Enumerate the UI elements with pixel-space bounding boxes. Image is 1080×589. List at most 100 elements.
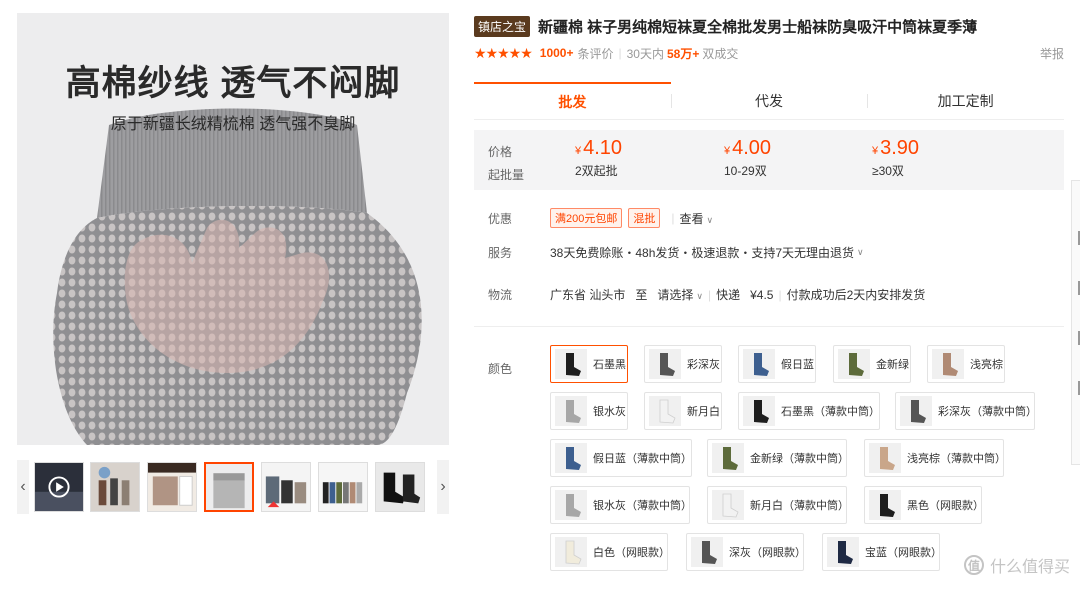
tab-wholesale[interactable]: 批发 (474, 82, 671, 119)
view-promo-link[interactable]: 查看 ∨ (679, 210, 713, 227)
color-option[interactable]: 假日蓝 (738, 345, 816, 383)
promo-label: 优惠 (488, 211, 513, 226)
color-option-label: 深灰（网眼款） (729, 547, 806, 559)
color-option[interactable]: 金新绿 (833, 345, 911, 383)
destination-select[interactable]: 请选择 ∨ (657, 286, 703, 303)
color-option-label: 银水灰（薄款中筒） (593, 500, 692, 512)
color-option[interactable]: 黑色（网眼款） (864, 486, 984, 524)
sock-swatch-icon (827, 537, 859, 567)
sock-swatch-icon (649, 396, 681, 426)
main-product-image[interactable]: 高棉纱线 透气不闷脚 原于新疆长绒精梳棉 透气强不臭脚 (17, 13, 449, 445)
mixed-batch-badge: 混批 (628, 208, 661, 228)
shipping-label: 快递 (716, 288, 741, 302)
color-option[interactable]: 石墨黑（薄款中筒） (738, 392, 880, 430)
logistics-label: 物流 (488, 288, 513, 302)
thumbnail[interactable] (90, 462, 140, 512)
price-label: 价格 (488, 145, 513, 159)
color-option[interactable]: 假日蓝（薄款中筒） (550, 439, 692, 477)
tier-price: ¥4.00 (724, 137, 771, 160)
thumbnail[interactable] (318, 462, 368, 512)
sold-count: 58万+ (666, 46, 700, 61)
color-option[interactable]: 彩深灰 (644, 345, 722, 383)
sock-swatch-icon (712, 490, 744, 520)
color-option-label: 白色（网眼款） (593, 547, 670, 559)
purchase-mode-tabs: 批发 代发 加工定制 (474, 82, 1064, 120)
rating-row: ★★★★★ 1000+ 条评价 | 30天内 58万+ 双成交 举报 (474, 44, 1064, 62)
price-tier: ¥4.10 2双起批 (575, 137, 622, 179)
price-tier: ¥3.90 ≥30双 (872, 137, 919, 179)
logistics-row: 物流 广东省 汕头市 至 请选择 ∨ | 快递 ¥4.5 | 付款成功后2天内安排… (488, 286, 925, 303)
currency-symbol: ¥ (872, 145, 879, 157)
tier-price-value: 3.90 (880, 137, 920, 159)
thumbnail[interactable] (375, 462, 425, 512)
color-option[interactable]: 银水灰 (550, 392, 628, 430)
tier-price: ¥3.90 (872, 137, 919, 160)
divider: | (618, 46, 622, 60)
sock-swatch-icon (743, 349, 775, 379)
reviews-count[interactable]: 1000+ (540, 46, 574, 60)
report-link[interactable]: 举报 (1040, 45, 1064, 62)
thumbnail-video[interactable] (34, 462, 84, 512)
dispatch-time: 付款成功后2天内安排发货 (786, 288, 926, 302)
color-option[interactable]: 石墨黑 (550, 345, 628, 383)
sock-swatch-icon (932, 349, 964, 379)
watermark-text: 什么值得买 (989, 559, 1070, 576)
color-option-label: 浅亮棕 (970, 359, 1003, 371)
sold-label: 双成交 (702, 46, 739, 61)
reviews-label: 条评价 (577, 46, 614, 61)
chevron-down-icon: ∨ (706, 214, 714, 225)
tier-qty: ≥30双 (872, 164, 904, 178)
tab-dropship[interactable]: 代发 (670, 82, 868, 119)
color-option[interactable]: 浅亮棕（薄款中筒） (864, 439, 1006, 477)
chevron-right-icon[interactable]: › (437, 460, 449, 514)
currency-symbol: ¥ (575, 145, 582, 157)
color-option-label: 金新绿 (876, 359, 909, 371)
destination-select-label: 请选择 (657, 288, 694, 302)
thumbnail[interactable] (261, 462, 311, 512)
color-option[interactable]: 新月白 (644, 392, 722, 430)
ship-from: 广东省 汕头市 (550, 288, 626, 302)
sock-swatch-icon (838, 349, 870, 379)
product-title: 新疆棉 袜子男纯棉短袜夏全棉批发男士船袜防臭吸汗中筒袜夏季薄 (538, 18, 978, 36)
view-promo-label: 查看 (679, 211, 704, 226)
floating-sidebar[interactable] (1071, 180, 1080, 465)
color-option[interactable]: 深灰（网眼款） (686, 533, 806, 571)
ship-to-label: 至 (635, 288, 648, 302)
tab-custom-processing[interactable]: 加工定制 (867, 82, 1064, 119)
image-subheadline: 原于新疆长绒精梳棉 透气强不臭脚 (110, 116, 356, 133)
shipping-fee: ¥4.5 (750, 287, 774, 302)
product-title-row: 镇店之宝 新疆棉 袜子男纯棉短袜夏全棉批发男士船袜防臭吸汗中筒袜夏季薄 (474, 15, 1064, 37)
shop-treasure-badge: 镇店之宝 (474, 15, 531, 37)
sock-swatch-icon (555, 349, 587, 379)
chevron-down-icon: ∨ (696, 291, 703, 301)
color-option[interactable]: 新月白（薄款中筒） (707, 486, 849, 524)
thumbnail[interactable] (147, 462, 197, 512)
color-option-label: 黑色（网眼款） (907, 500, 984, 512)
color-option[interactable]: 彩深灰（薄款中筒） (895, 392, 1037, 430)
color-option-label: 浅亮棕（薄款中筒） (907, 453, 1006, 465)
color-option[interactable]: 宝蓝（网眼款） (822, 533, 942, 571)
tier-qty: 10-29双 (724, 164, 767, 178)
sock-swatch-icon (555, 537, 587, 567)
tier-price-value: 4.10 (583, 137, 623, 159)
service-label: 服务 (488, 246, 513, 260)
min-qty-label: 起批量 (488, 168, 525, 182)
smzdm-logo-icon: 值 (963, 555, 984, 575)
color-option[interactable]: 白色（网眼款） (550, 533, 670, 571)
sock-swatch-icon (555, 490, 587, 520)
thumbnail-strip: ‹ › (17, 460, 449, 514)
sock-swatch-icon (900, 396, 932, 426)
color-option-label: 金新绿（薄款中筒） (750, 453, 849, 465)
chevron-left-icon[interactable]: ‹ (17, 460, 29, 514)
color-option[interactable]: 金新绿（薄款中筒） (707, 439, 849, 477)
sock-swatch-icon (555, 443, 587, 473)
service-text[interactable]: 38天免费赊账・48h发货・极速退款・支持7天无理由退货 (550, 244, 854, 261)
color-option-label: 石墨黑 (593, 359, 626, 371)
color-option-label: 石墨黑（薄款中筒） (781, 406, 880, 418)
chevron-down-icon[interactable]: ∨ (857, 247, 864, 258)
promo-row: 优惠 满200元包邮 混批 | 查看 ∨ (488, 208, 713, 228)
thumbnail-active[interactable] (204, 462, 254, 512)
color-option[interactable]: 银水灰（薄款中筒） (550, 486, 692, 524)
sock-swatch-icon (555, 396, 587, 426)
color-option[interactable]: 浅亮棕 (927, 345, 1005, 383)
